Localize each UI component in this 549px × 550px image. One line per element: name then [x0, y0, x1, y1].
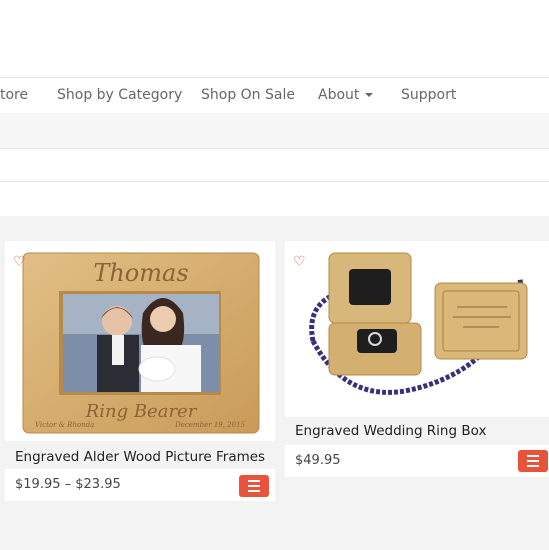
price-row: $49.95 — [285, 445, 549, 477]
frame-engraving-top: Thomas — [93, 259, 188, 287]
frame-engraving-right: December 19, 2015 — [174, 421, 245, 429]
nav-item-shop-by-category[interactable]: Shop by Category — [57, 78, 182, 113]
nav-item-label: About — [318, 87, 360, 103]
product-price: $19.95 – $23.95 — [15, 477, 121, 492]
sub-band — [0, 113, 549, 149]
nav-item-support[interactable]: Support — [401, 78, 456, 113]
sub-band — [0, 182, 549, 215]
nav-item-label: Shop by Category — [57, 87, 183, 103]
nav-item-label: tore — [0, 87, 29, 103]
heart-outline-icon[interactable]: ♡ — [13, 255, 26, 269]
product-card: Thomas Ring Bearer Victor & Rhonda Decem… — [5, 241, 275, 541]
nav-item-about[interactable]: About — [318, 78, 374, 113]
product-title[interactable]: Engraved Wedding Ring Box — [295, 423, 486, 439]
product-card: ♡ Engraved Wedding Ring Box $49.95 — [285, 241, 549, 541]
frame-engraving-bottom: Ring Bearer — [85, 401, 198, 422]
caret-down-icon — [365, 93, 374, 97]
main-navigation: tore Shop by Category Shop On Sale About… — [0, 77, 549, 114]
frame-engraving-left: Victor & Rhonda — [35, 421, 94, 429]
product-image[interactable]: Thomas Ring Bearer Victor & Rhonda Decem… — [5, 241, 275, 441]
hamburger-icon[interactable] — [518, 450, 548, 472]
nav-item-shop-on-sale[interactable]: Shop On Sale — [201, 78, 295, 113]
hamburger-icon[interactable] — [239, 475, 269, 497]
product-price: $49.95 — [295, 453, 341, 468]
product-title[interactable]: Engraved Alder Wood Picture Frames — [15, 449, 265, 465]
picture-frame-image: Thomas Ring Bearer Victor & Rhonda Decem… — [22, 252, 260, 434]
nav-item-store[interactable]: tore — [0, 78, 28, 113]
ring-box-image — [309, 252, 528, 395]
price-row: $19.95 – $23.95 — [5, 469, 275, 501]
heart-outline-icon[interactable]: ♡ — [293, 255, 306, 269]
nav-item-label: Support — [401, 87, 457, 103]
product-image[interactable] — [285, 241, 549, 417]
product-grid: Thomas Ring Bearer Victor & Rhonda Decem… — [0, 216, 549, 550]
nav-item-label: Shop On Sale — [201, 87, 295, 103]
sub-band — [0, 149, 549, 182]
